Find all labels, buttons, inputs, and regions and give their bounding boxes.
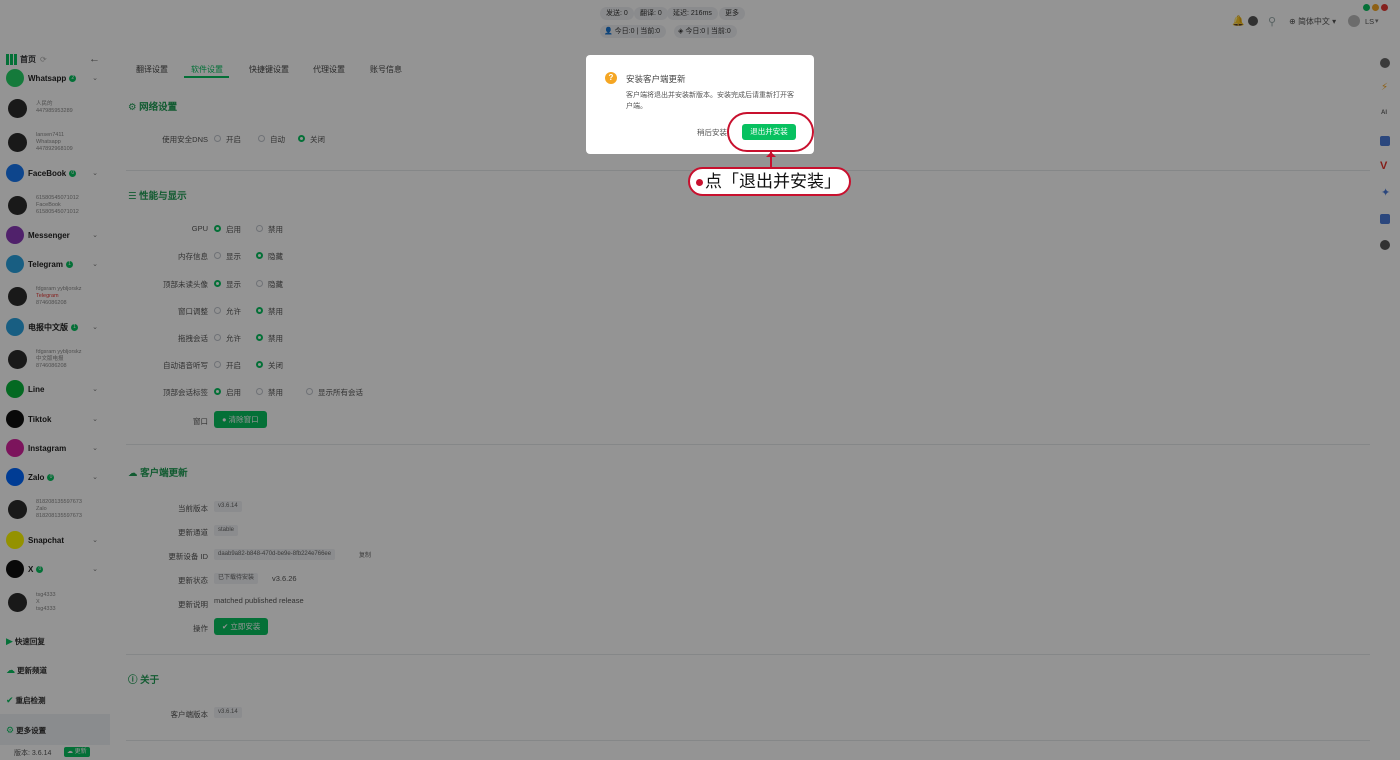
dialog-body: 客户端将退出并安装新版本。安装完成后请重新打开客户端。	[626, 92, 794, 110]
callout-pointer	[766, 152, 776, 167]
highlight-ring	[727, 112, 814, 152]
callout-text: 点「退出并安装」	[705, 172, 841, 191]
dialog-title: 安装客户端更新	[626, 74, 686, 84]
bullet-icon	[696, 179, 703, 187]
instruction-callout: 点「退出并安装」	[688, 167, 851, 196]
later-button[interactable]: 稍后安装	[697, 127, 727, 138]
warning-icon: ?	[605, 72, 617, 84]
